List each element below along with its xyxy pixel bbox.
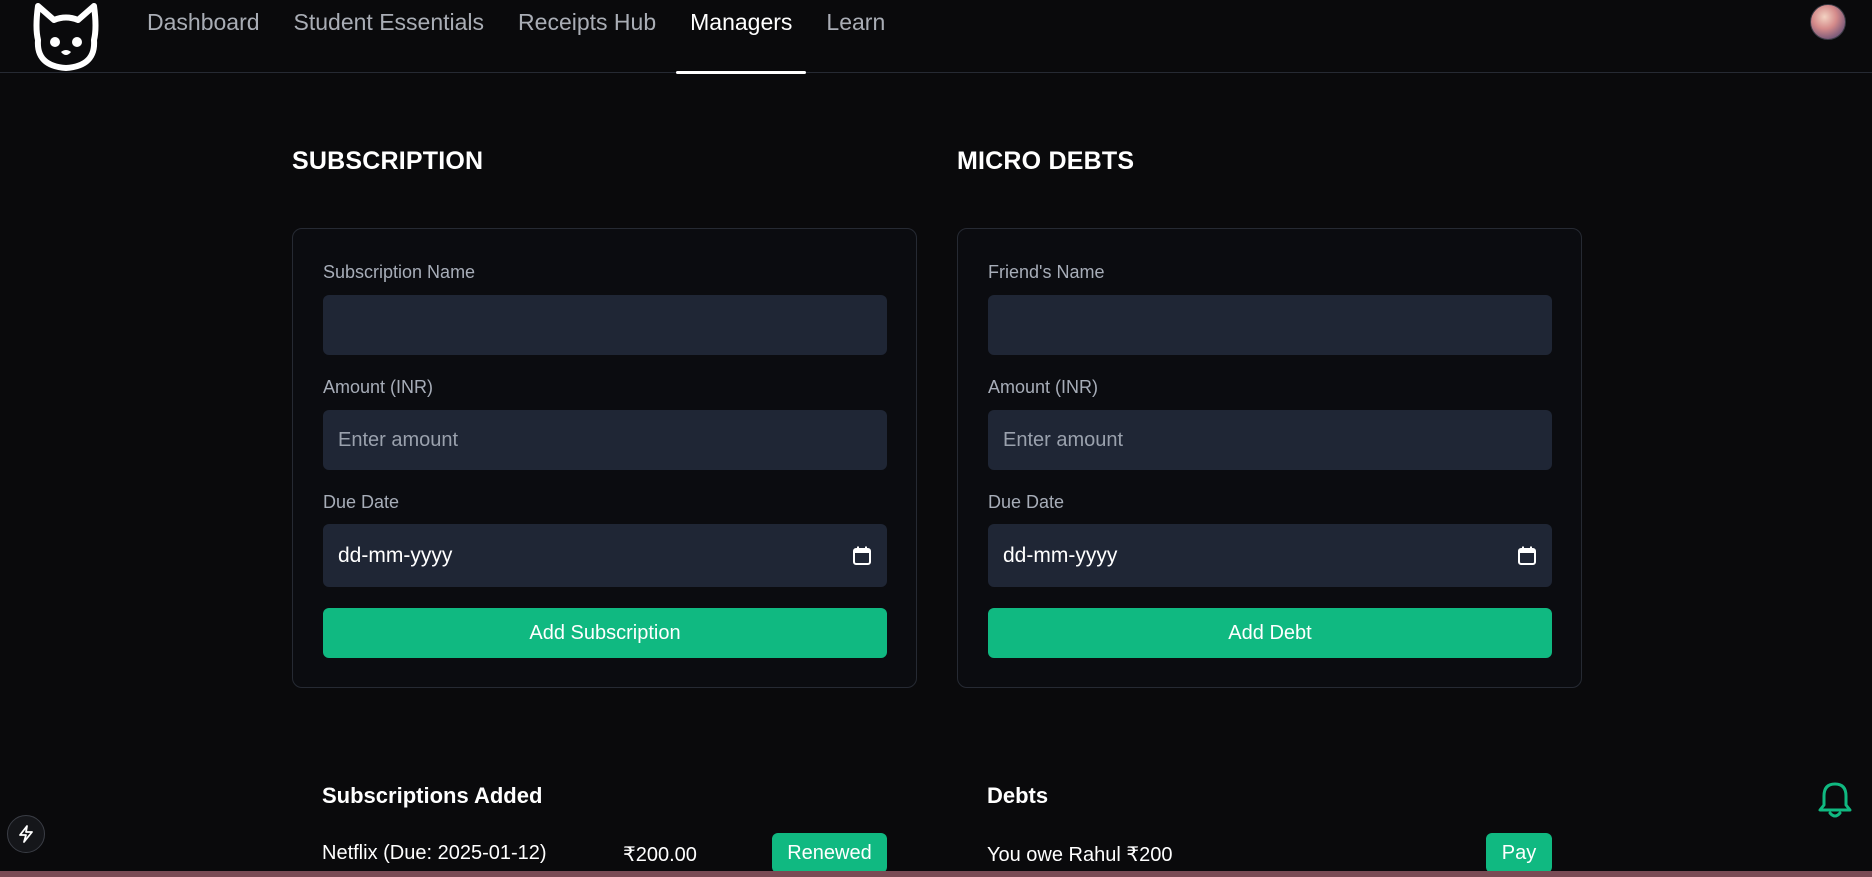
- renewed-button[interactable]: Renewed: [772, 833, 887, 873]
- top-navbar: Dashboard Student Essentials Receipts Hu…: [0, 0, 1872, 74]
- avatar[interactable]: [1810, 4, 1846, 40]
- subscription-amount-placeholder: Enter amount: [338, 428, 459, 451]
- micro-debts-title: MICRO DEBTS: [957, 147, 1135, 175]
- debt-date-input[interactable]: dd-mm-yyyy: [988, 524, 1552, 587]
- friend-name-input[interactable]: [988, 295, 1552, 355]
- bolt-icon: [19, 825, 33, 843]
- bell-icon[interactable]: [1816, 780, 1854, 820]
- calendar-icon[interactable]: [852, 546, 872, 566]
- add-subscription-button[interactable]: Add Subscription: [323, 608, 887, 658]
- nav-dashboard[interactable]: Dashboard: [130, 0, 277, 73]
- subscription-date-input[interactable]: dd-mm-yyyy: [323, 524, 887, 587]
- calendar-icon[interactable]: [1517, 546, 1537, 566]
- pay-button[interactable]: Pay: [1486, 833, 1552, 873]
- nav-receipts-hub[interactable]: Receipts Hub: [501, 0, 673, 73]
- add-debt-button[interactable]: Add Debt: [988, 608, 1552, 658]
- subscription-amount-input[interactable]: Enter amount: [323, 410, 887, 470]
- subscription-date-placeholder: dd-mm-yyyy: [338, 543, 453, 567]
- debt-amount-placeholder: Enter amount: [1003, 428, 1124, 451]
- bolt-button[interactable]: [7, 815, 45, 853]
- subscription-title: SUBSCRIPTION: [292, 147, 484, 175]
- debt-form-card: Friend's Name Amount (INR) Enter amount …: [957, 228, 1582, 688]
- debts-title: Debts: [987, 783, 1049, 808]
- subscription-name-label: Subscription Name: [323, 262, 476, 282]
- debt-amount-label: Amount (INR): [988, 377, 1099, 397]
- subscriptions-added-title: Subscriptions Added: [322, 783, 543, 808]
- subscription-item-amount: ₹200.00: [623, 844, 697, 866]
- bottom-bar: [0, 871, 1872, 877]
- friend-name-label: Friend's Name: [988, 262, 1105, 282]
- nav-managers[interactable]: Managers: [673, 0, 809, 74]
- debt-amount-input[interactable]: Enter amount: [988, 410, 1552, 470]
- debt-item-label: You owe Rahul ₹200: [987, 844, 1173, 866]
- subscription-amount-label: Amount (INR): [323, 377, 434, 397]
- nav-links: Dashboard Student Essentials Receipts Hu…: [130, 0, 902, 74]
- debt-date-placeholder: dd-mm-yyyy: [1003, 543, 1118, 567]
- debt-date-label: Due Date: [988, 492, 1065, 512]
- nav-student-essentials[interactable]: Student Essentials: [277, 0, 502, 73]
- subscription-form-card: Subscription Name Amount (INR) Enter amo…: [292, 228, 917, 688]
- subscription-name-input[interactable]: [323, 295, 887, 355]
- nav-learn[interactable]: Learn: [809, 0, 902, 73]
- subscription-date-label: Due Date: [323, 492, 400, 512]
- subscription-item-label: Netflix (Due: 2025-01-12): [322, 842, 547, 864]
- cat-logo-icon[interactable]: [30, 0, 102, 72]
